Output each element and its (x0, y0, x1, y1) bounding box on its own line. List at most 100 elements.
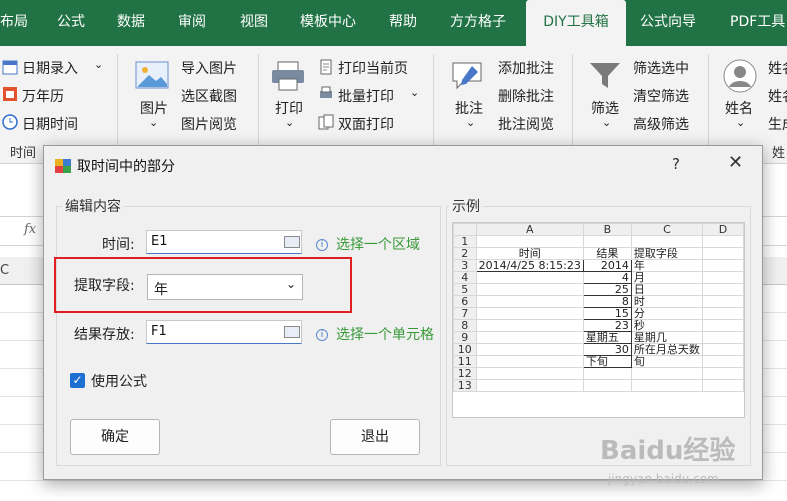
cell-d (701, 307, 744, 320)
table-row: 11 下旬旬 (453, 355, 744, 368)
close-icon[interactable]: ✕ (728, 152, 743, 173)
column-header-b: B (582, 223, 632, 236)
chevron-down-icon[interactable]: ⌄ (466, 116, 475, 129)
chevron-down-icon[interactable]: ⌄ (149, 116, 158, 129)
person-icon (723, 59, 757, 93)
baidu-watermark-logo: Baidu经验 (600, 436, 736, 466)
cell-c: 年 (630, 259, 703, 272)
tab-layout[interactable]: 布局 (0, 0, 28, 46)
result-hint: 选择一个单元格 (336, 327, 434, 343)
cell-d (701, 235, 744, 248)
clock-icon (2, 114, 18, 130)
perpetual-calendar-icon (3, 87, 17, 101)
duplex-print-button[interactable]: 双面打印 (338, 114, 394, 134)
row-number: 2 (453, 247, 477, 260)
date-time-button[interactable]: 日期时间 (22, 114, 78, 134)
name-item-1[interactable]: 姓名 (768, 58, 787, 78)
comment-browse-button[interactable]: 批注阅览 (498, 114, 554, 134)
cell-a (475, 235, 584, 248)
tab-diy-toolbox[interactable]: DIY工具箱 (526, 0, 626, 46)
tab-review[interactable]: 审阅 (178, 0, 206, 46)
add-comment-button[interactable]: 添加批注 (498, 58, 554, 78)
batch-print-button[interactable]: 批量打印 (338, 86, 394, 106)
date-entry-button[interactable]: 日期录入 (22, 58, 78, 78)
cell-a (475, 379, 584, 392)
exit-button[interactable]: 退出 (330, 419, 420, 455)
row-number: 8 (453, 319, 477, 332)
tab-help[interactable]: 帮助 (389, 0, 417, 46)
cell-b (582, 367, 632, 380)
cell-b: 8 (582, 295, 632, 308)
tab-formulas[interactable]: 公式 (57, 0, 85, 46)
name-item-2[interactable]: 姓名 (768, 86, 787, 106)
tab-data[interactable]: 数据 (117, 0, 145, 46)
filter-button[interactable]: 筛选 (591, 98, 619, 118)
range-picker-icon[interactable] (284, 236, 300, 248)
comment-button[interactable]: 批注 (455, 98, 483, 118)
cell-d (701, 259, 744, 272)
chevron-down-icon[interactable]: ⌄ (410, 86, 419, 99)
cell-c (630, 235, 703, 248)
help-button[interactable]: ? (672, 155, 680, 173)
filter-selected-button[interactable]: 筛选选中 (633, 58, 689, 78)
tab-pdf-tools[interactable]: PDF工具 (730, 0, 785, 46)
perpetual-calendar-button[interactable]: 万年历 (22, 86, 64, 106)
advanced-filter-button[interactable]: 高级筛选 (633, 114, 689, 134)
time-input[interactable]: E1 (146, 230, 302, 254)
cell-c: 秒 (630, 319, 703, 332)
tab-view[interactable]: 视图 (240, 0, 268, 46)
print-button[interactable]: 打印 (275, 98, 303, 118)
cell-a (475, 343, 584, 356)
cell-a: 2014/4/25 8:15:23 (475, 259, 584, 272)
group-label-time: 时间 (10, 146, 37, 161)
import-picture-button[interactable]: 导入图片 (181, 58, 237, 78)
tab-template-center[interactable]: 模板中心 (300, 0, 356, 46)
cell-a (475, 283, 584, 296)
group-label-name: 姓 (772, 146, 786, 161)
example-legend: 示例 (449, 196, 483, 216)
cell-picker-icon[interactable] (284, 326, 300, 338)
info-icon: i (316, 329, 328, 341)
print-current-page-button[interactable]: 打印当前页 (338, 58, 408, 78)
ribbon-divider (433, 54, 434, 154)
name-button[interactable]: 姓名 (725, 98, 753, 118)
chevron-down-icon[interactable]: ⌄ (736, 116, 745, 129)
field-select-value: 年 (154, 282, 168, 298)
picture-browse-button[interactable]: 图片阅览 (181, 114, 237, 134)
fx-icon[interactable]: fx (24, 222, 36, 237)
cell-d (701, 247, 744, 260)
column-header-c[interactable]: C (0, 263, 9, 278)
chevron-down-icon[interactable]: ⌄ (602, 116, 611, 129)
print-page-icon (320, 59, 332, 75)
picture-button[interactable]: 图片 (140, 98, 168, 118)
time-label: 时间: (102, 237, 135, 253)
field-label: 提取字段: (74, 278, 135, 294)
row-number: 12 (453, 367, 477, 380)
row-number: 1 (453, 235, 477, 248)
column-header-d: D (701, 223, 744, 236)
region-screenshot-button[interactable]: 选区截图 (181, 86, 237, 106)
use-formula-checkbox[interactable]: ✓ (70, 373, 85, 388)
ok-button[interactable]: 确定 (70, 419, 160, 455)
tab-fangfang[interactable]: 方方格子 (450, 0, 506, 46)
cell-c: 星期几 (630, 331, 703, 344)
name-item-3[interactable]: 生成 (768, 114, 787, 134)
use-formula-label: 使用公式 (91, 374, 147, 390)
cell-a (475, 307, 584, 320)
result-input[interactable]: F1 (146, 320, 302, 344)
clear-filter-button[interactable]: 清空筛选 (633, 86, 689, 106)
example-table: A B C D 1 2 时间 结果 提取字段 3 2014/4/25 8:15:23 20… (453, 223, 744, 392)
delete-comment-button[interactable]: 删除批注 (498, 86, 554, 106)
ribbon-divider (258, 54, 259, 154)
dialog-title: 取时间中的部分 (77, 159, 175, 175)
chevron-down-icon[interactable]: ⌄ (94, 58, 103, 71)
printer-icon (272, 61, 304, 91)
cell-b: 4 (582, 271, 632, 284)
chevron-down-icon[interactable]: ⌄ (285, 116, 294, 129)
ribbon-divider (572, 54, 573, 154)
cell-c: 时 (630, 295, 703, 308)
tab-formula-wizard[interactable]: 公式向导 (640, 0, 696, 46)
field-select[interactable]: 年 ⌄ (147, 274, 303, 300)
calendar-entry-icon (2, 60, 18, 75)
time-hint: 选择一个区域 (336, 237, 420, 253)
